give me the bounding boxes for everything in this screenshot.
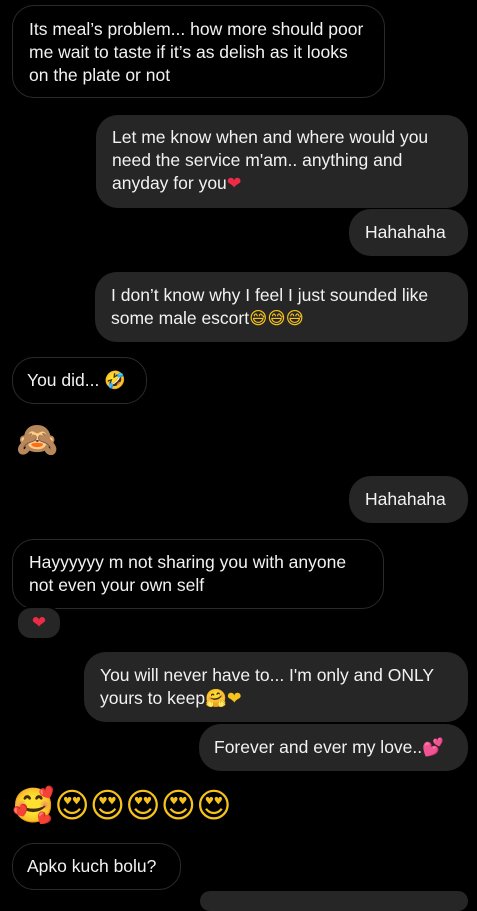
heart-reaction[interactable]: ❤ (16, 606, 62, 640)
sent-message[interactable]: Hahahaha (349, 476, 468, 523)
message-text: Let me know when and where would you nee… (112, 127, 429, 193)
sent-message[interactable]: You will never have to... I'm only and O… (84, 652, 468, 722)
message-text: Hahahaha (365, 489, 446, 509)
rofl-icon: 🤣 (104, 371, 127, 391)
message-text: Forever and ever my love.. (214, 737, 423, 757)
sent-message[interactable]: Forever and ever my love..💕 (199, 724, 468, 771)
received-message[interactable]: Its meal’s problem... how more should po… (12, 5, 385, 98)
smiling-hearts-icon: 🥰😍😍😍😍😍 (12, 786, 232, 826)
received-message[interactable]: Hayyyyyy m not sharing you with anyone n… (12, 539, 384, 609)
two-hearts-icon: 💕 (422, 738, 444, 758)
sent-message-partial[interactable] (200, 891, 468, 911)
see-no-evil-monkey-icon[interactable]: 🙈 (16, 420, 58, 460)
received-message[interactable]: Apko kuch bolu? (12, 843, 181, 890)
received-message[interactable]: You did... 🤣 (12, 357, 147, 404)
sent-message[interactable]: Let me know when and where would you nee… (96, 115, 468, 208)
grinning-sweat-icon: 😅😅😅 (249, 309, 304, 329)
message-text: You did... (27, 370, 100, 390)
sent-message[interactable]: I don’t know why I feel I just sounded l… (95, 272, 468, 342)
heart-icon: ❤ (31, 613, 47, 633)
message-text: Hayyyyyy m not sharing you with anyone n… (29, 552, 347, 595)
hugging-heart-icon: 🤗❤ (205, 689, 242, 709)
sent-message[interactable]: Hahahaha (349, 209, 468, 256)
message-text: Hahahaha (365, 222, 446, 242)
heart-eyes-emoji-row[interactable]: 🥰😍😍😍😍😍 (12, 786, 232, 826)
heart-icon: ❤ (226, 174, 242, 194)
message-text: You will never have to... I'm only and O… (100, 665, 434, 708)
message-text: Its meal’s problem... how more should po… (29, 19, 364, 85)
message-text: Apko kuch bolu? (27, 856, 157, 876)
